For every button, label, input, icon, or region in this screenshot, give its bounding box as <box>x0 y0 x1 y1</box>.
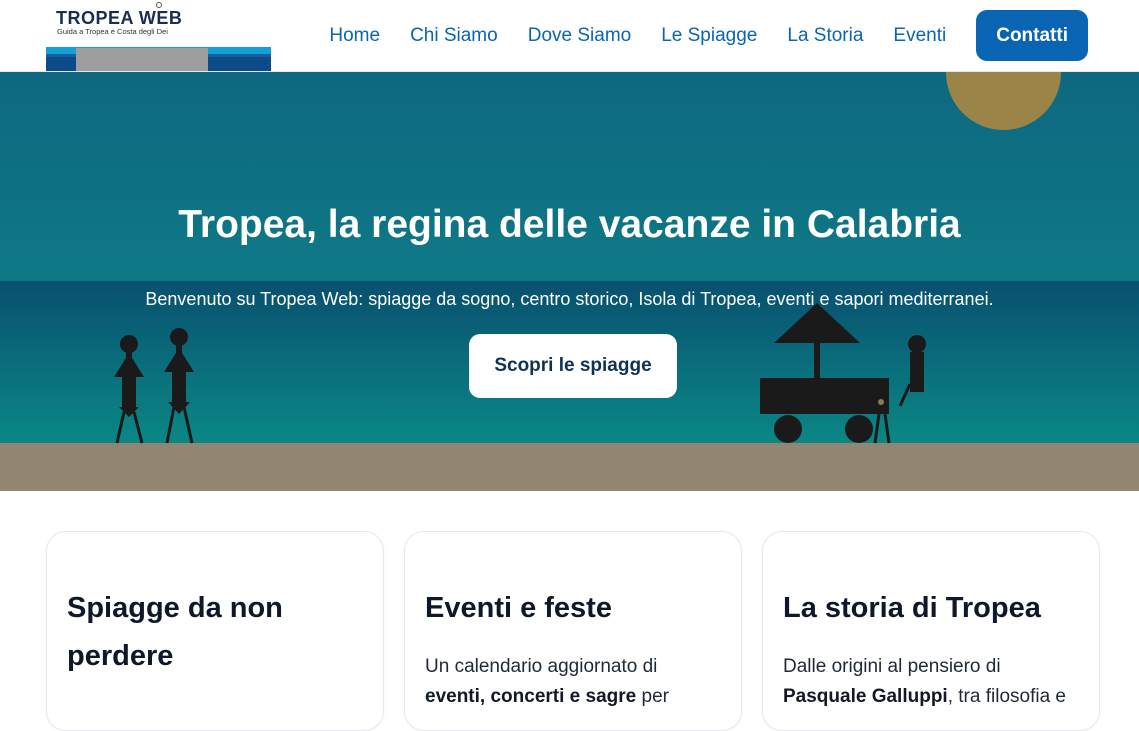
card-eventi[interactable]: Eventi e feste Un calendario aggiornato … <box>404 531 742 731</box>
site-logo[interactable]: TROPEA WEB Guida a Tropea e Costa degli … <box>46 2 271 71</box>
card-text: Un calendario aggiornato di eventi, conce… <box>425 652 725 712</box>
card-text-rest: , tra filosofia e <box>947 686 1066 707</box>
card-text-rest: per <box>636 686 669 707</box>
card-text-bold: Pasquale Galluppi <box>783 686 948 707</box>
nav-chi-siamo[interactable]: Chi Siamo <box>410 25 498 47</box>
person-middle-illustration <box>164 328 194 444</box>
person-left-illustration <box>114 335 144 444</box>
hero-subtitle: Benvenuto su Tropea Web: spiagge da sogn… <box>145 289 994 309</box>
card-title: Spiagge da non perdere <box>67 592 283 672</box>
nav-le-spiagge[interactable]: Le Spiagge <box>661 25 757 47</box>
card-text: Dalle origini al pensiero di Pasquale Gal… <box>783 652 1083 712</box>
beach-cart-illustration <box>760 303 891 444</box>
logo-title: TROPEA WEB <box>56 8 183 28</box>
card-text-line: Un calendario aggiornato di <box>425 656 658 677</box>
card-text-line: Dalle origini al pensiero di <box>783 656 1001 677</box>
vendor-illustration <box>898 335 926 407</box>
main-nav: Home Chi Siamo Dove Siamo Le Spiagge La … <box>299 10 1088 61</box>
beach-illustration <box>114 303 926 444</box>
card-text-bold: eventi, concerti e sagre <box>425 686 637 707</box>
card-spiagge[interactable]: Spiagge da non perdere <box>46 531 384 731</box>
site-header: TROPEA WEB Guida a Tropea e Costa degli … <box>0 0 1139 72</box>
nav-eventi[interactable]: Eventi <box>893 25 946 47</box>
hero-title: Tropea, la regina delle vacanze in Calab… <box>178 203 961 246</box>
nav-home[interactable]: Home <box>329 25 380 47</box>
card-storia[interactable]: La storia di Tropea Dalle origini al pen… <box>762 531 1100 731</box>
nav-dove-siamo[interactable]: Dove Siamo <box>528 25 632 47</box>
card-title: Eventi e feste <box>425 592 612 624</box>
hero-section: Tropea, la regina delle vacanze in Calab… <box>0 72 1139 491</box>
card-title: La storia di Tropea <box>783 592 1041 624</box>
nav-la-storia[interactable]: La Storia <box>787 25 863 47</box>
contatti-button[interactable]: Contatti <box>976 10 1088 61</box>
logo-subtitle: Guida a Tropea e Costa degli Dei <box>57 27 168 36</box>
scopri-spiagge-button[interactable]: Scopri le spiagge <box>469 334 677 398</box>
